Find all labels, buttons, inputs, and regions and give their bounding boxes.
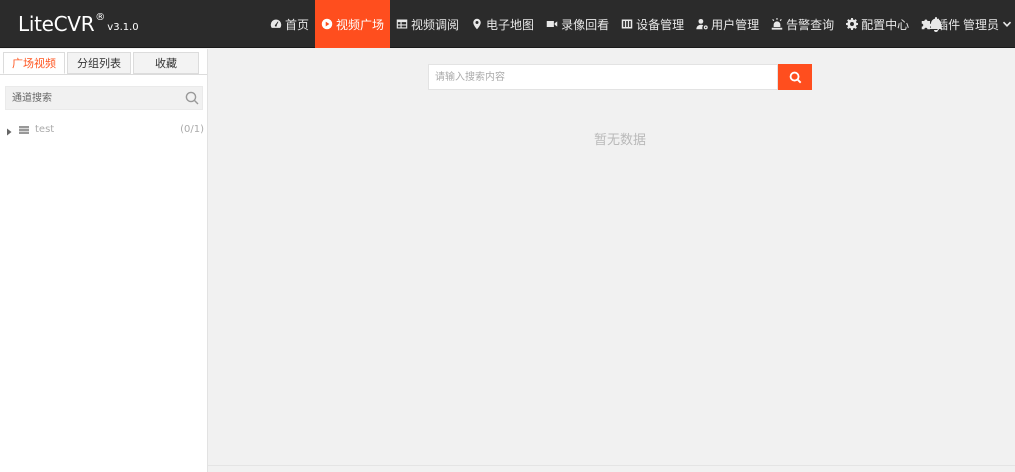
tree-node-label: test (35, 123, 55, 135)
nav-item-label: 用户管理 (711, 17, 760, 32)
top-bar: LiteCVR ® v3.1.0 首页 视频广场 视频调阅 电子地图 录像回看 … (0, 0, 1015, 48)
user-menu[interactable]: 管理员 (963, 0, 1012, 48)
tab-favorites[interactable]: 收藏 (133, 52, 199, 74)
tab-label: 广场视频 (12, 57, 56, 70)
nav-item-alarms[interactable]: 告警查询 (765, 0, 840, 48)
main-search-input[interactable] (428, 64, 778, 90)
nav-item-label: 设备管理 (636, 17, 685, 32)
tab-label: 收藏 (155, 57, 177, 70)
play-circle-icon (321, 18, 333, 30)
channel-search (5, 86, 203, 110)
notification-bell-icon[interactable] (928, 16, 944, 32)
tree-node-count: (0/1) (180, 123, 204, 135)
tab-divider (0, 74, 207, 75)
alarm-light-icon (771, 18, 783, 30)
tree-node[interactable]: test (0/1) (5, 122, 205, 136)
dashboard-icon (270, 19, 282, 28)
device-columns-icon (621, 19, 633, 29)
nav-item-users[interactable]: 用户管理 (690, 0, 765, 48)
tab-label: 分组列表 (77, 57, 121, 70)
caret-right-icon[interactable] (5, 125, 13, 136)
tab-group-list[interactable]: 分组列表 (67, 52, 131, 74)
search-icon (789, 71, 801, 83)
nav-item-video-review[interactable]: 视频调阅 (390, 0, 465, 48)
main-content: 暂无数据 (208, 49, 1015, 472)
nav-item-devices[interactable]: 设备管理 (615, 0, 690, 48)
version-label: v3.1.0 (107, 22, 139, 33)
main-nav: 首页 视频广场 视频调阅 电子地图 录像回看 设备管理 用户管理 告警查询 配置… (264, 0, 966, 48)
nav-item-label: 视频广场 (336, 17, 385, 32)
footer-divider (208, 465, 1015, 466)
nav-item-label: 首页 (285, 17, 310, 32)
device-icon (19, 124, 29, 134)
channel-search-input[interactable] (6, 87, 178, 109)
nav-item-label: 配置中心 (861, 17, 910, 32)
nav-item-video-square[interactable]: 视频广场 (315, 0, 391, 48)
search-button[interactable] (778, 64, 812, 90)
app-logo[interactable]: LiteCVR ® v3.1.0 (18, 10, 139, 38)
grid-table-icon (396, 19, 408, 29)
video-camera-icon (546, 21, 558, 27)
user-name: 管理员 (963, 17, 1000, 32)
nav-item-config[interactable]: 配置中心 (840, 0, 915, 48)
gear-icon (846, 18, 859, 30)
nav-item-home[interactable]: 首页 (264, 0, 315, 48)
chevron-down-icon (1002, 21, 1012, 27)
nav-item-label: 电子地图 (486, 17, 535, 32)
sidebar: 广场视频 分组列表 收藏 test (0/1) (0, 49, 208, 472)
main-search (428, 64, 812, 90)
search-icon[interactable] (185, 91, 199, 105)
trademark-symbol: ® (95, 12, 106, 23)
tab-square-video[interactable]: 广场视频 (3, 52, 65, 74)
nav-item-playback[interactable]: 录像回看 (540, 0, 615, 48)
brand-name: LiteCVR (18, 12, 95, 36)
user-gear-icon (696, 18, 708, 30)
empty-state-text: 暂无数据 (593, 133, 646, 148)
nav-item-map[interactable]: 电子地图 (465, 0, 540, 48)
sidebar-tabs: 广场视频 分组列表 收藏 (3, 52, 201, 74)
nav-item-label: 告警查询 (786, 17, 835, 32)
nav-item-label: 录像回看 (561, 17, 610, 32)
nav-item-label: 视频调阅 (411, 17, 460, 32)
map-marker-icon (473, 18, 481, 30)
